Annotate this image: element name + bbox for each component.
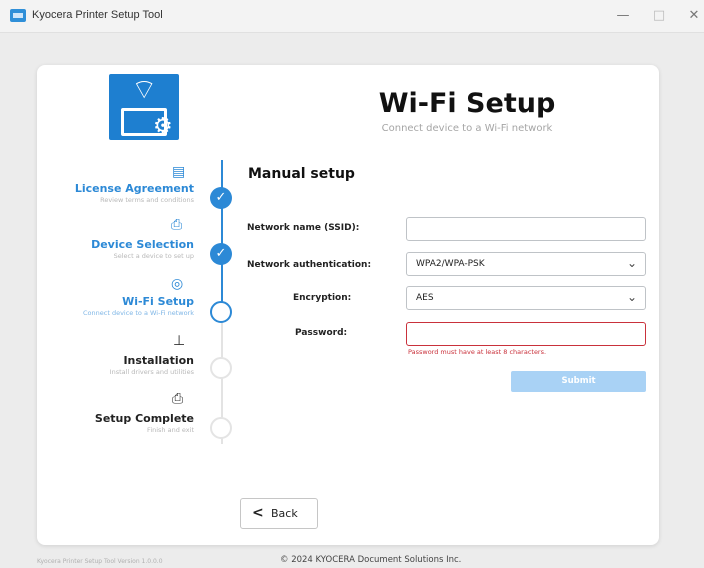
maximize-button[interactable]: □ <box>646 6 672 26</box>
password-label: Password: <box>295 328 348 338</box>
step-installation-title: Installation <box>123 354 194 367</box>
step-complete-subtitle: Finish and exit <box>147 426 194 434</box>
copyright-text: © 2024 KYOCERA Document Solutions Inc. <box>280 555 462 565</box>
title-bar: Kyocera Printer Setup Tool — □ ✕ <box>0 0 704 33</box>
printer-check-icon: ⎙ <box>172 391 184 407</box>
step-installation-subtitle: Install drivers and utilities <box>109 368 194 376</box>
chevron-down-icon: ⌄ <box>626 290 637 304</box>
wifi-icon: ◎ <box>171 276 184 292</box>
step-wifi-title: Wi-Fi Setup <box>122 295 194 308</box>
document-icon: ▤ <box>172 164 186 180</box>
step-installation-marker <box>210 357 232 379</box>
submit-button[interactable]: Submit <box>511 371 646 392</box>
step-device-check-icon: ✓ <box>210 243 232 265</box>
ssid-label: Network name (SSID): <box>247 223 360 233</box>
auth-selected-value: WPA2/WPA-PSK <box>416 259 485 269</box>
step-device-subtitle: Select a device to set up <box>113 252 194 260</box>
laptop-download-icon: ⊥ <box>173 333 186 349</box>
password-error-message: Password must have at least 8 characters… <box>408 348 547 356</box>
back-button[interactable]: < Back <box>240 498 318 529</box>
step-wifi-subtitle: Connect device to a Wi-Fi network <box>83 309 194 317</box>
encryption-label: Encryption: <box>293 293 352 303</box>
step-license-check-icon: ✓ <box>210 187 232 209</box>
chevron-left-icon: < <box>252 505 264 521</box>
page-title: Wi-Fi Setup <box>378 88 556 119</box>
encryption-select[interactable]: AES ⌄ <box>406 286 646 310</box>
encryption-selected-value: AES <box>416 293 434 303</box>
app-icon <box>10 9 26 22</box>
close-button[interactable]: ✕ <box>681 6 704 26</box>
step-license-title: License Agreement <box>74 182 194 195</box>
minimize-button[interactable]: — <box>610 6 636 26</box>
step-complete-marker <box>210 417 232 439</box>
ssid-input[interactable] <box>406 217 646 241</box>
step-complete-title: Setup Complete <box>94 412 194 425</box>
window-title: Kyocera Printer Setup Tool <box>32 9 163 21</box>
back-label: Back <box>271 507 298 520</box>
step-device-title: Device Selection <box>91 238 194 251</box>
page-subtitle: Connect device to a Wi-Fi network <box>381 123 553 134</box>
printer-search-icon: ⎙ <box>171 217 183 233</box>
step-wifi-current-marker <box>210 301 232 323</box>
setup-card: ⌔ ⚙ Wi-Fi Setup Connect device to a Wi-F… <box>37 65 659 545</box>
auth-label: Network authentication: <box>247 260 372 270</box>
progress-line-complete <box>221 160 223 310</box>
section-title: Manual setup <box>248 166 355 182</box>
password-input[interactable] <box>406 322 646 346</box>
step-license-subtitle: Review terms and conditions <box>100 196 194 204</box>
version-text: Kyocera Printer Setup Tool Version 1.0.0… <box>37 558 163 565</box>
auth-select[interactable]: WPA2/WPA-PSK ⌄ <box>406 252 646 276</box>
chevron-down-icon: ⌄ <box>626 256 637 270</box>
printer-wifi-gear-icon: ⌔ ⚙ <box>109 74 179 140</box>
